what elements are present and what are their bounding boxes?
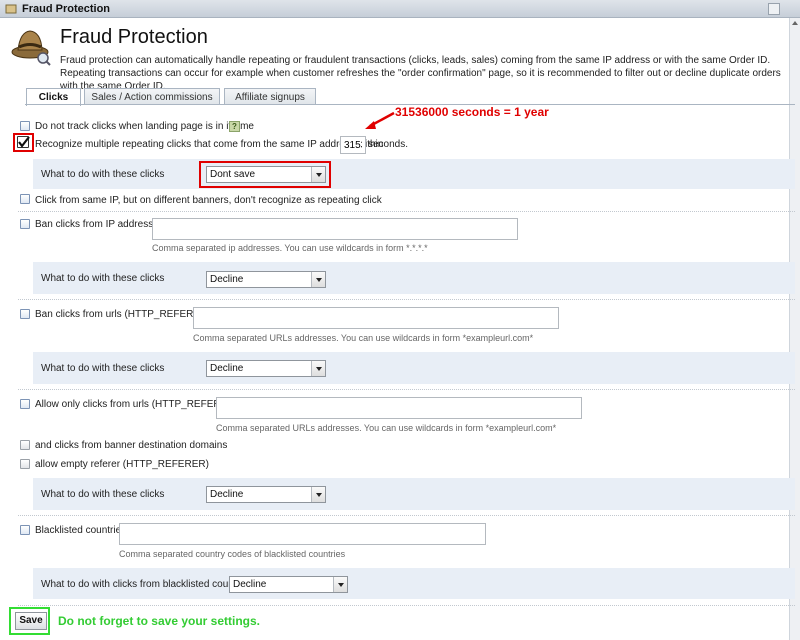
window-collapse-button[interactable] <box>768 3 780 15</box>
separator <box>18 389 795 390</box>
banner-domains-checkbox[interactable] <box>20 440 30 450</box>
countries-input[interactable] <box>119 523 486 545</box>
banner-domains-label: and clicks from banner destination domai… <box>35 440 228 451</box>
allow-url-hint: Comma separated URLs addresses. You can … <box>216 423 557 433</box>
repeat-action-value: Dont save <box>210 169 256 180</box>
window-title: Fraud Protection <box>22 3 111 15</box>
action-label-repeat: What to do with these clicks <box>41 169 165 180</box>
ban-url-checkbox[interactable] <box>20 309 30 319</box>
separator <box>18 605 795 606</box>
iframe-checkbox[interactable] <box>20 121 30 131</box>
countries-label: Blacklisted countries <box>35 525 127 536</box>
ban-ip-input[interactable] <box>152 218 518 240</box>
ban-url-action-value: Decline <box>210 363 244 374</box>
vertical-scrollbar[interactable] <box>789 18 800 640</box>
chevron-down-icon <box>311 167 325 182</box>
ban-url-label: Ban clicks from urls (HTTP_REFERER) <box>35 309 211 320</box>
checkmark-icon <box>18 136 30 148</box>
separator <box>18 515 795 516</box>
countries-hint: Comma separated country codes of blackli… <box>119 549 346 559</box>
repeat-clicks-checkbox[interactable] <box>17 136 30 148</box>
empty-referer-label: allow empty referer (HTTP_REFERER) <box>35 459 209 470</box>
allow-url-input[interactable] <box>216 397 582 419</box>
annotation-one-year: 31536000 seconds = 1 year <box>395 105 549 119</box>
ban-url-input[interactable] <box>193 307 559 329</box>
tab-sales-action-commissions[interactable]: Sales / Action commissions <box>84 88 220 105</box>
ban-ip-checkbox[interactable] <box>20 219 30 229</box>
countries-action-select[interactable]: Decline <box>229 576 348 593</box>
detective-hat-icon <box>11 30 51 66</box>
chevron-down-icon <box>311 361 325 376</box>
diff-banner-checkbox[interactable] <box>20 194 30 204</box>
separator <box>18 299 795 300</box>
ban-ip-hint: Comma separated ip addresses. You can us… <box>152 243 428 253</box>
app-icon <box>5 4 17 14</box>
countries-action-value: Decline <box>233 579 267 590</box>
ban-url-hint: Comma separated URLs addresses. You can … <box>193 333 534 343</box>
chevron-down-icon <box>311 272 325 287</box>
countries-action-label: What to do with clicks from blacklisted … <box>41 579 253 590</box>
action-label-ban-url: What to do with these clicks <box>41 363 165 374</box>
ban-ip-label: Ban clicks from IP addresses <box>35 219 164 230</box>
annotation-arrow-icon <box>365 111 395 129</box>
ban-url-action-select[interactable]: Decline <box>206 360 326 377</box>
save-button[interactable]: Save <box>15 612 47 630</box>
help-icon[interactable]: ? <box>229 121 240 132</box>
allow-url-checkbox[interactable] <box>20 399 30 409</box>
scroll-up-icon[interactable] <box>791 19 799 28</box>
allow-url-action-value: Decline <box>210 489 244 500</box>
description-line-1: Fraud protection can automatically handl… <box>60 55 771 66</box>
annotation-save-reminder: Do not forget to save your settings. <box>58 614 261 628</box>
diff-banner-label: Click from same IP, but on different ban… <box>35 195 382 206</box>
page-title: Fraud Protection <box>60 26 208 48</box>
countries-checkbox[interactable] <box>20 525 30 535</box>
window-titlebar: Fraud Protection <box>0 0 800 18</box>
ban-ip-action-select[interactable]: Decline <box>206 271 326 288</box>
chevron-down-icon <box>333 577 347 592</box>
empty-referer-checkbox[interactable] <box>20 459 30 469</box>
seconds-label: seconds. <box>368 139 409 150</box>
allow-url-action-select[interactable]: Decline <box>206 486 326 503</box>
ban-ip-action-value: Decline <box>210 274 244 285</box>
action-label-allow-url: What to do with these clicks <box>41 489 165 500</box>
separator <box>18 211 795 212</box>
allow-url-label: Allow only clicks from urls (HTTP_REFERE… <box>35 399 238 410</box>
chevron-down-icon <box>311 487 325 502</box>
repeat-action-select[interactable]: Dont save <box>206 166 326 183</box>
action-label-ban-ip: What to do with these clicks <box>41 273 165 284</box>
iframe-label: Do not track clicks when landing page is… <box>35 121 254 132</box>
tab-affiliate-signups[interactable]: Affiliate signups <box>224 88 316 105</box>
repeat-seconds-input[interactable] <box>340 136 366 154</box>
repeat-clicks-label: Recognize multiple repeating clicks that… <box>35 139 384 150</box>
